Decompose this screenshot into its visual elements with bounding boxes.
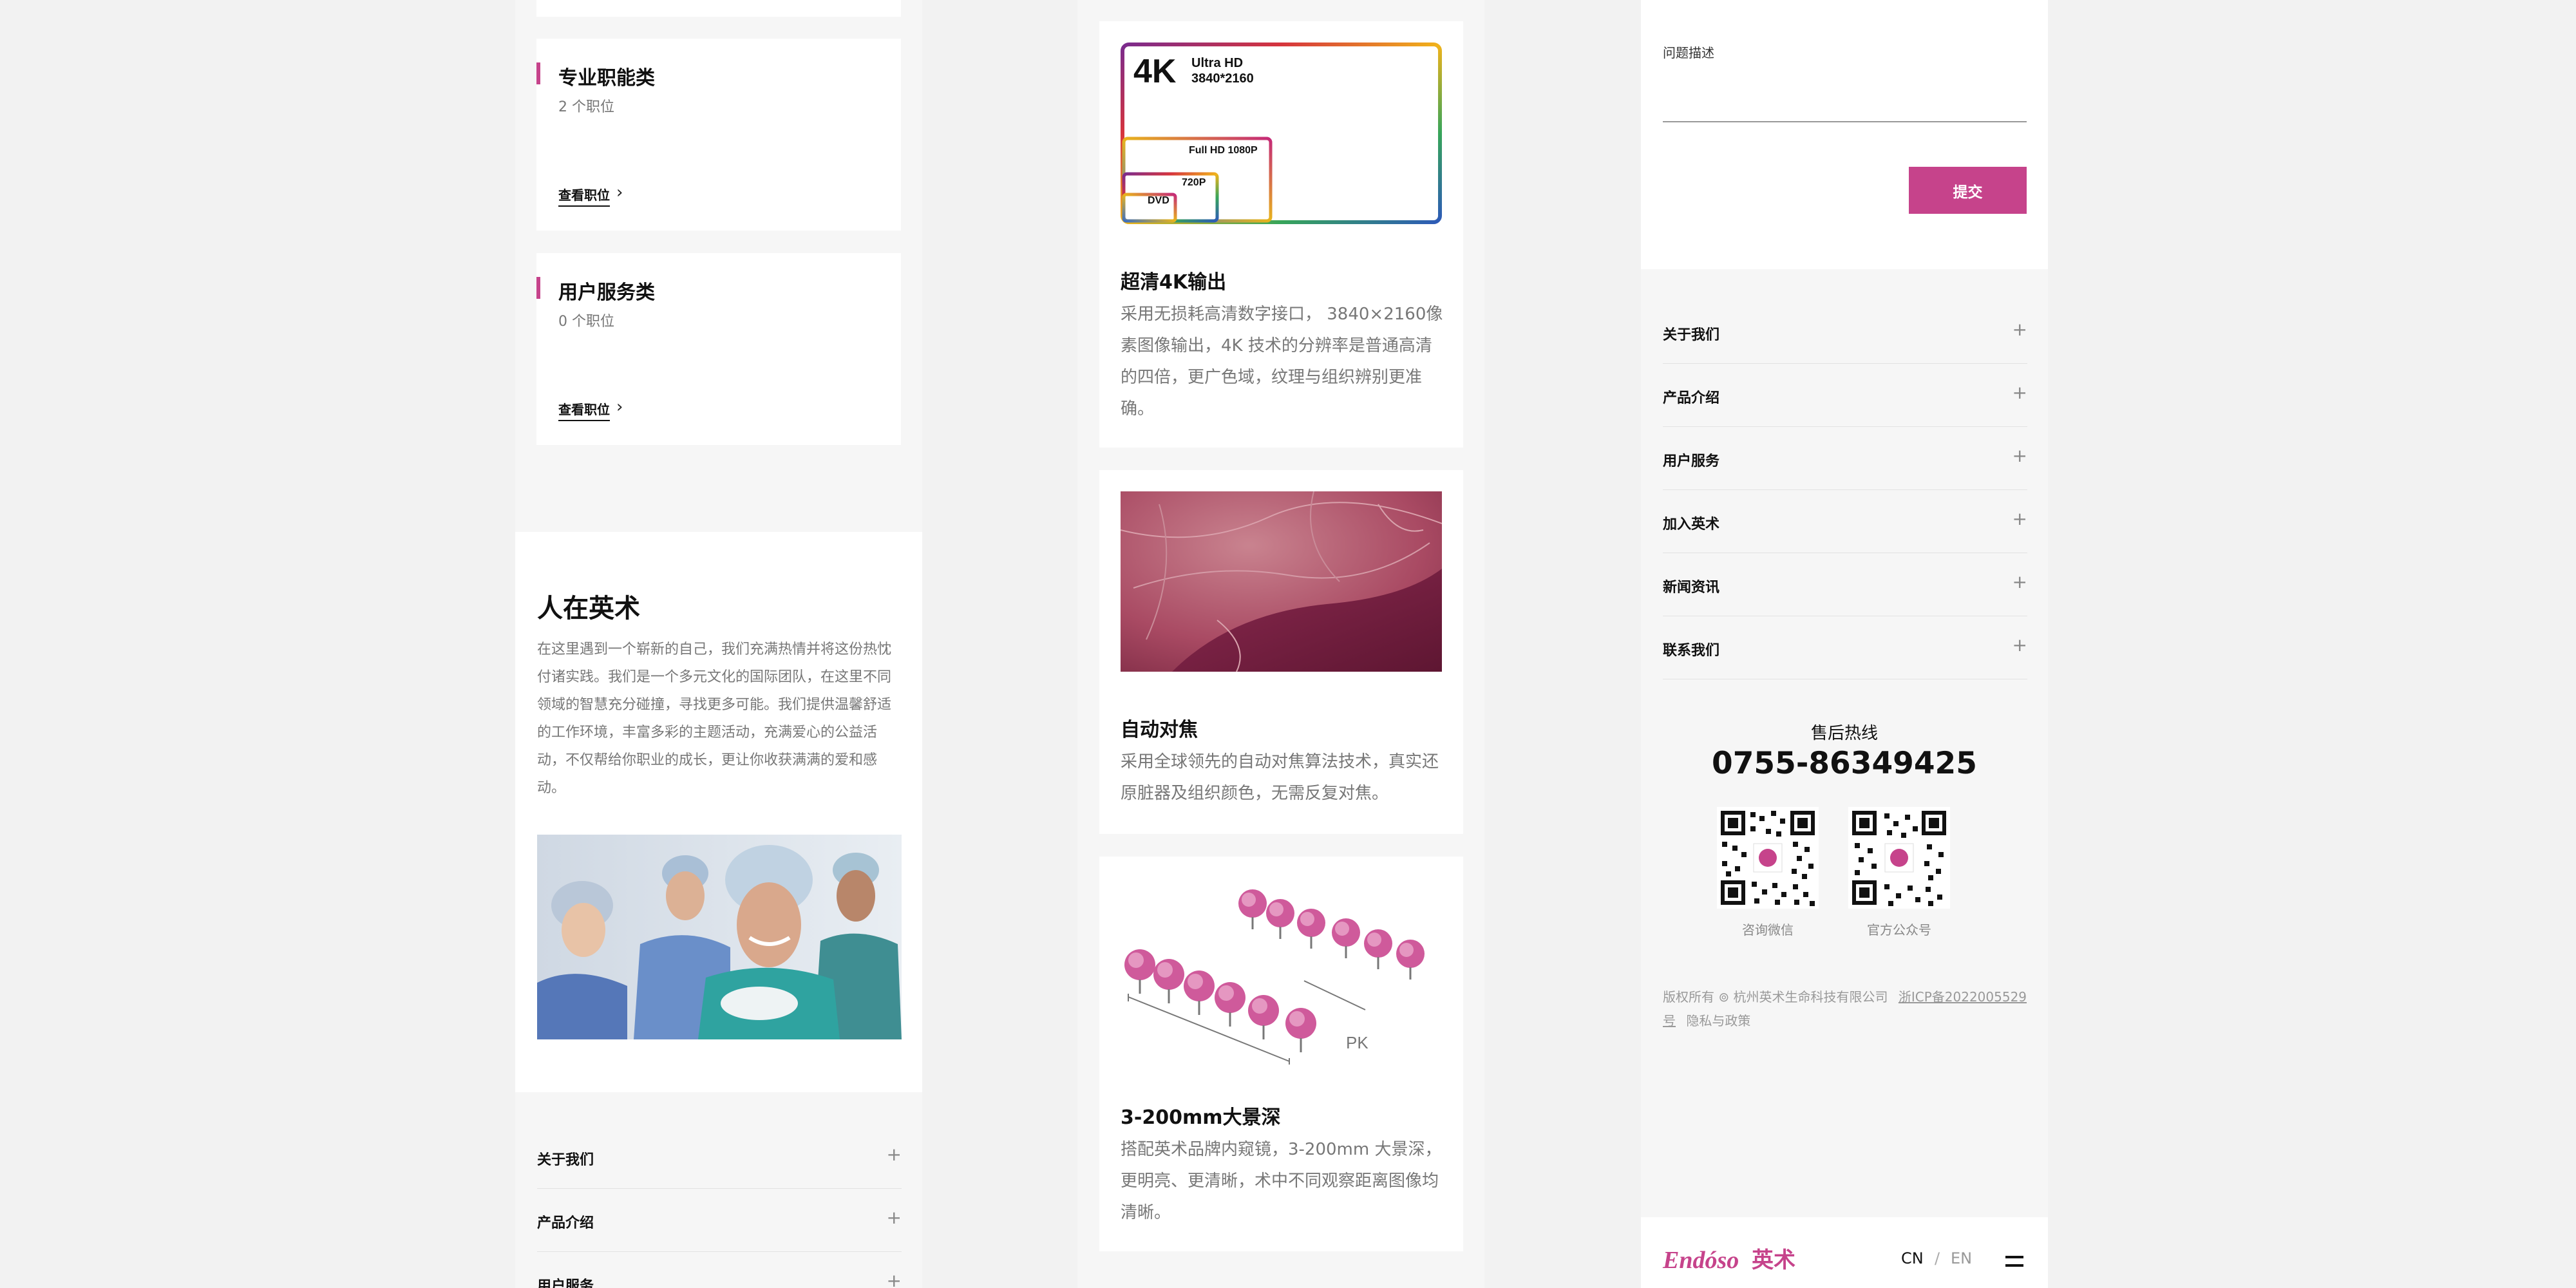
copyright-text: 版权所有 ⊚ 杭州英术生命科技有限公司: [1663, 989, 1888, 1005]
graphic-720p-text: 720P: [1182, 177, 1206, 188]
accent-bar: [536, 277, 540, 299]
footer-nav-item[interactable]: 关于我们 +: [1663, 301, 2027, 364]
graphic-fhd-text: Full HD 1080P: [1189, 145, 1258, 156]
careers-column: 专业职能类 2 个职位 查看职位 › 用户服务类 0 个职位 查看职位 › 人在…: [515, 0, 922, 1288]
plus-icon[interactable]: +: [2012, 508, 2027, 529]
footer-nav: 关于我们 + 产品介绍 + 用户服务 + 加入英术 + 新闻资讯 + 联系我们 …: [1663, 301, 2027, 679]
feature-title: 自动对焦: [1121, 719, 1198, 741]
accent-bar: [536, 62, 540, 84]
plus-icon[interactable]: +: [887, 1270, 902, 1288]
team-photo: [537, 835, 902, 1039]
qr-caption: 咨询微信: [1742, 922, 1794, 938]
feature-title: 超清4K输出: [1121, 271, 1227, 294]
footer-nav-label: 新闻资讯: [1663, 580, 1720, 596]
footer-nav-item[interactable]: 加入英术 +: [1663, 490, 2027, 553]
feature-title: 3-200mm大景深: [1121, 1106, 1281, 1129]
plus-icon[interactable]: +: [2012, 382, 2027, 403]
wechat-qr-code: [1717, 807, 1819, 909]
footer-nav-label: 关于我们: [1663, 327, 1720, 343]
career-position-count: 0 个职位: [558, 314, 614, 330]
plus-icon[interactable]: +: [2012, 634, 2027, 656]
privacy-link[interactable]: 隐私与政策: [1686, 1013, 1750, 1028]
feature-description: 搭配英术品牌内窥镜，3-200mm 大景深，更明亮、更清晰，术中不同观察距离图像…: [1121, 1140, 1442, 1222]
footer-nav-label: 用户服务: [537, 1278, 594, 1288]
tissue-image: [1121, 491, 1442, 672]
problem-description-label: 问题描述: [1663, 45, 1714, 61]
career-position-count: 2 个职位: [558, 99, 614, 115]
logo-en-text: Endóso: [1662, 1247, 1739, 1274]
about-title: 人在英术: [537, 594, 640, 623]
footer-nav-item[interactable]: 产品介绍 +: [1663, 364, 2027, 427]
footer-nav-label: 关于我们: [537, 1152, 594, 1168]
plus-icon[interactable]: +: [2012, 445, 2027, 466]
lang-separator: /: [1935, 1249, 1940, 1267]
footer-nav-item[interactable]: 用户服务 +: [1663, 427, 2027, 490]
career-card[interactable]: 用户服务类 0 个职位 查看职位 ›: [536, 253, 901, 445]
career-card-previous: [536, 0, 901, 17]
plus-icon[interactable]: +: [2012, 319, 2027, 340]
footer-nav-item[interactable]: 联系我们 +: [1663, 616, 2027, 679]
footer-nav-label: 产品介绍: [1663, 390, 1720, 406]
chevron-right-icon: ›: [616, 183, 623, 202]
graphic-uhd-text: Ultra HD: [1191, 56, 1243, 70]
pk-label: PK: [1346, 1033, 1368, 1052]
footer-nav-item[interactable]: 用户服务 +: [537, 1252, 902, 1288]
footer-nav-item[interactable]: 产品介绍 +: [537, 1189, 902, 1252]
copyright: 版权所有 ⊚ 杭州英术生命科技有限公司 浙ICP备2022005529号 隐私与…: [1663, 985, 2027, 1033]
graphic-uhd-res-text: 3840*2160: [1191, 71, 1254, 86]
footer-nav: 关于我们 + 产品介绍 + 用户服务 +: [537, 1126, 902, 1288]
career-category-title: 专业职能类: [558, 67, 655, 90]
lang-en[interactable]: EN: [1951, 1249, 1972, 1267]
plus-icon[interactable]: +: [887, 1207, 902, 1228]
view-positions-link[interactable]: 查看职位: [558, 185, 610, 207]
about-section: 人在英术 在这里遇到一个崭新的自己，我们充满热情并将这份热忱付诸实践。我们是一个…: [515, 532, 922, 1092]
feature-description: 采用无损耗高清数字接口， 3840×2160像素图像输出，4K 技术的分辨率是普…: [1121, 305, 1443, 419]
resolution-graphic: 4K Ultra HD 3840*2160 Full HD 1080P 720P…: [1121, 43, 1442, 224]
career-category-title: 用户服务类: [558, 281, 655, 304]
graphic-4k-text: 4K: [1133, 53, 1177, 90]
logo-cn-text: 英术: [1752, 1248, 1795, 1273]
footer-nav-item[interactable]: 关于我们 +: [537, 1126, 902, 1189]
chevron-right-icon: ›: [616, 397, 623, 417]
qr-caption: 官方公众号: [1867, 922, 1931, 938]
footer-nav-item[interactable]: 新闻资讯 +: [1663, 553, 2027, 616]
graphic-dvd-text: DVD: [1148, 195, 1170, 206]
submit-button[interactable]: 提交: [1909, 167, 2027, 214]
footer-nav-label: 联系我们: [1663, 643, 1720, 659]
features-column: 4K Ultra HD 3840*2160 Full HD 1080P 720P…: [1077, 0, 1484, 1288]
footer-nav-label: 加入英术: [1663, 516, 1720, 533]
footer-nav-label: 产品介绍: [537, 1215, 594, 1231]
mobile-header-bar: Endóso 英术 CN / EN: [1641, 1217, 2048, 1288]
plus-icon[interactable]: +: [2012, 571, 2027, 592]
lang-cn[interactable]: CN: [1901, 1249, 1924, 1267]
view-positions-link[interactable]: 查看职位: [558, 399, 610, 421]
menu-icon[interactable]: [2005, 1255, 2025, 1273]
feature-card: 4K Ultra HD 3840*2160 Full HD 1080P 720P…: [1099, 21, 1463, 448]
feedback-form: 问题描述 提交: [1641, 0, 2048, 269]
footer-nav-label: 用户服务: [1663, 453, 1720, 469]
plus-icon[interactable]: +: [887, 1144, 902, 1165]
hotline-number[interactable]: 0755-86349425: [1641, 746, 2048, 781]
hotline-title: 售后热线: [1810, 724, 1878, 743]
career-card[interactable]: 专业职能类 2 个职位 查看职位 ›: [536, 39, 901, 231]
official-account-qr-code: [1848, 807, 1950, 909]
depth-of-field-graphic: PK: [1121, 878, 1442, 1065]
about-text: 在这里遇到一个崭新的自己，我们充满热情并将这份热忱付诸实践。我们是一个多元文化的…: [537, 641, 892, 796]
feature-card: PK 3-200mm大景深 搭配英术品牌内窥镜，3-200mm 大景深，更明亮、…: [1099, 857, 1463, 1251]
feature-card: 自动对焦 采用全球领先的自动对焦算法技术，真实还原脏器及组织颜色，无需反复对焦。: [1099, 470, 1463, 834]
feature-description: 采用全球领先的自动对焦算法技术，真实还原脏器及组织颜色，无需反复对焦。: [1121, 752, 1439, 803]
problem-description-input[interactable]: [1663, 121, 2027, 122]
footer-column: 问题描述 提交 关于我们 + 产品介绍 + 用户服务 + 加入英术 + 新闻资讯…: [1641, 0, 2048, 1288]
